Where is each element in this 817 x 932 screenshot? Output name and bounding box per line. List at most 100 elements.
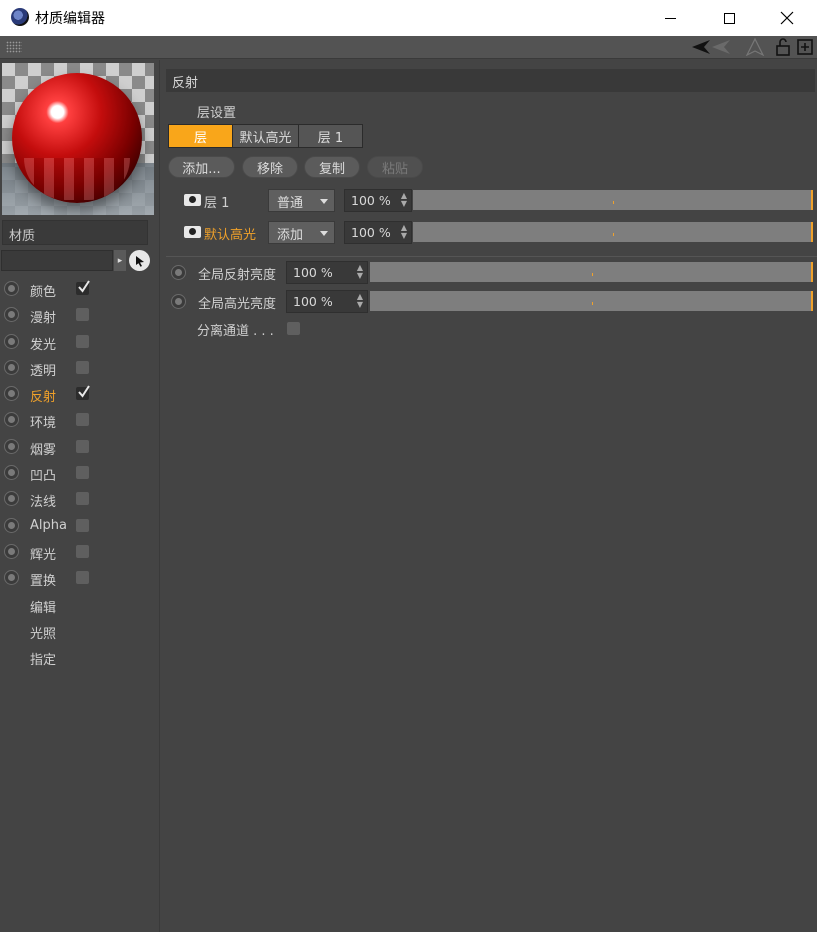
radio-icon[interactable] xyxy=(171,265,186,280)
eye-icon[interactable] xyxy=(184,226,201,238)
channel-checkbox[interactable] xyxy=(76,360,89,374)
channel-label: 辉光 xyxy=(30,547,57,563)
global-reflection-slider[interactable] xyxy=(370,262,813,282)
layer-strength-slider[interactable] xyxy=(413,190,813,210)
global-specular-slider[interactable] xyxy=(370,291,813,311)
remove-button[interactable]: 移除 xyxy=(242,156,298,178)
close-button[interactable] xyxy=(764,0,810,36)
separate-channels-checkbox[interactable] xyxy=(287,322,300,335)
minimize-button[interactable] xyxy=(647,0,693,36)
radio-icon[interactable] xyxy=(4,307,19,323)
radio-icon[interactable] xyxy=(4,438,19,454)
toolbar xyxy=(0,36,817,59)
up-arrow-icon[interactable] xyxy=(745,38,765,56)
channel-checkbox[interactable] xyxy=(76,518,89,532)
close-icon xyxy=(780,11,794,25)
section-header: 反射 xyxy=(166,69,815,92)
channel-checkbox[interactable] xyxy=(76,280,90,295)
channel-checkbox[interactable] xyxy=(76,334,89,348)
channel-label: 环境 xyxy=(30,416,57,432)
material-preview[interactable] xyxy=(2,63,154,215)
layer-strength-value: 100 % xyxy=(351,193,391,208)
radio-icon[interactable] xyxy=(4,281,19,296)
channel-item-environment[interactable]: 环境 xyxy=(0,407,160,433)
radio-icon[interactable] xyxy=(4,570,19,586)
channel-item-reflectance[interactable]: 反射 xyxy=(0,381,160,407)
tab-layer-1[interactable]: 层 1 xyxy=(299,125,362,147)
global-specular-row: 全局高光亮度 100 % ▲ ▼ xyxy=(168,290,815,314)
channel-checkbox[interactable] xyxy=(76,385,90,401)
channel-checkbox[interactable] xyxy=(76,492,89,506)
paste-button[interactable]: 粘贴 xyxy=(367,156,423,178)
expand-arrow-button[interactable]: ▸ xyxy=(114,250,126,271)
channel-label: 反射 xyxy=(30,390,57,406)
channel-item-luminance[interactable]: 发光 xyxy=(0,329,160,355)
channel-label: 漫射 xyxy=(30,311,57,327)
add-button[interactable]: 添加... xyxy=(168,156,235,178)
material-name-field[interactable]: 材质 xyxy=(2,220,148,245)
radio-icon[interactable] xyxy=(4,517,19,533)
blend-mode-value: 普通 xyxy=(277,196,304,211)
channel-item-fog[interactable]: 烟雾 xyxy=(0,434,160,460)
search-input[interactable] xyxy=(1,250,113,271)
channel-item-glow[interactable]: 辉光 xyxy=(0,539,160,565)
tab-default-specular[interactable]: 默认高光 xyxy=(233,125,299,147)
radio-icon[interactable] xyxy=(4,386,19,402)
back-arrow-icon[interactable] xyxy=(690,38,736,56)
extra-item-edit[interactable]: 编辑 xyxy=(0,592,160,618)
radio-icon[interactable] xyxy=(4,465,19,481)
radio-icon[interactable] xyxy=(4,543,19,559)
layer-strength-slider[interactable] xyxy=(413,222,813,242)
spinner-icon[interactable]: ▲ ▼ xyxy=(357,293,363,309)
spinner-icon[interactable]: ▲ ▼ xyxy=(357,264,363,280)
radio-icon[interactable] xyxy=(171,294,186,309)
global-label: 全局反射亮度 xyxy=(198,268,277,283)
channel-checkbox[interactable] xyxy=(76,439,89,453)
tab-layer[interactable]: 层 xyxy=(169,125,233,147)
channel-item-transparency[interactable]: 透明 xyxy=(0,355,160,381)
channel-checkbox[interactable] xyxy=(76,466,89,480)
eye-icon[interactable] xyxy=(184,194,201,206)
slider-tick xyxy=(592,273,593,276)
grip-handle[interactable] xyxy=(6,41,22,53)
check-icon xyxy=(78,385,90,398)
channel-item-normal[interactable]: 法线 xyxy=(0,486,160,512)
extra-item-assign[interactable]: 指定 xyxy=(0,644,160,670)
channel-item-diffusion[interactable]: 漫射 xyxy=(0,302,160,328)
channel-item-color[interactable]: 颜色 xyxy=(0,276,160,302)
radio-icon[interactable] xyxy=(4,333,19,349)
channel-checkbox[interactable] xyxy=(76,571,89,585)
layer-strength-field[interactable]: 100 % ▲ ▼ xyxy=(344,189,412,212)
separate-channels-label: 分离通道 . . . xyxy=(197,324,274,339)
lock-icon[interactable] xyxy=(775,38,791,56)
new-window-icon[interactable] xyxy=(797,38,813,56)
radio-icon[interactable] xyxy=(4,359,19,375)
maximize-button[interactable] xyxy=(706,0,752,36)
channel-checkbox[interactable] xyxy=(76,308,89,322)
spinner-icon[interactable]: ▲ ▼ xyxy=(401,192,407,208)
minimize-icon xyxy=(664,17,676,19)
pick-cursor-button[interactable] xyxy=(129,250,150,271)
chevron-down-icon xyxy=(320,231,328,236)
window-title: 材质编辑器 xyxy=(35,11,105,27)
separate-channels-row: 分离通道 . . . xyxy=(197,320,300,339)
search-row: ▸ xyxy=(0,250,160,272)
channel-checkbox[interactable] xyxy=(76,413,89,427)
blend-mode-dropdown[interactable]: 添加 xyxy=(268,221,335,244)
channel-item-displacement[interactable]: 置换 xyxy=(0,565,160,591)
copy-button[interactable]: 复制 xyxy=(304,156,360,178)
global-specular-field[interactable]: 100 % ▲ ▼ xyxy=(286,290,368,313)
global-reflection-field[interactable]: 100 % ▲ ▼ xyxy=(286,261,368,284)
layer-strength-field[interactable]: 100 % ▲ ▼ xyxy=(344,221,412,244)
channel-label: 烟雾 xyxy=(30,442,57,458)
layer-name: 层 1 xyxy=(204,196,230,211)
radio-icon[interactable] xyxy=(4,412,19,428)
spinner-icon[interactable]: ▲ ▼ xyxy=(401,224,407,240)
channel-item-alpha[interactable]: Alpha xyxy=(0,513,160,539)
blend-mode-dropdown[interactable]: 普通 xyxy=(268,189,335,212)
chevron-down-icon xyxy=(320,199,328,204)
extra-item-illumination[interactable]: 光照 xyxy=(0,618,160,644)
channel-item-bump[interactable]: 凹凸 xyxy=(0,460,160,486)
channel-checkbox[interactable] xyxy=(76,544,89,558)
radio-icon[interactable] xyxy=(4,491,19,507)
